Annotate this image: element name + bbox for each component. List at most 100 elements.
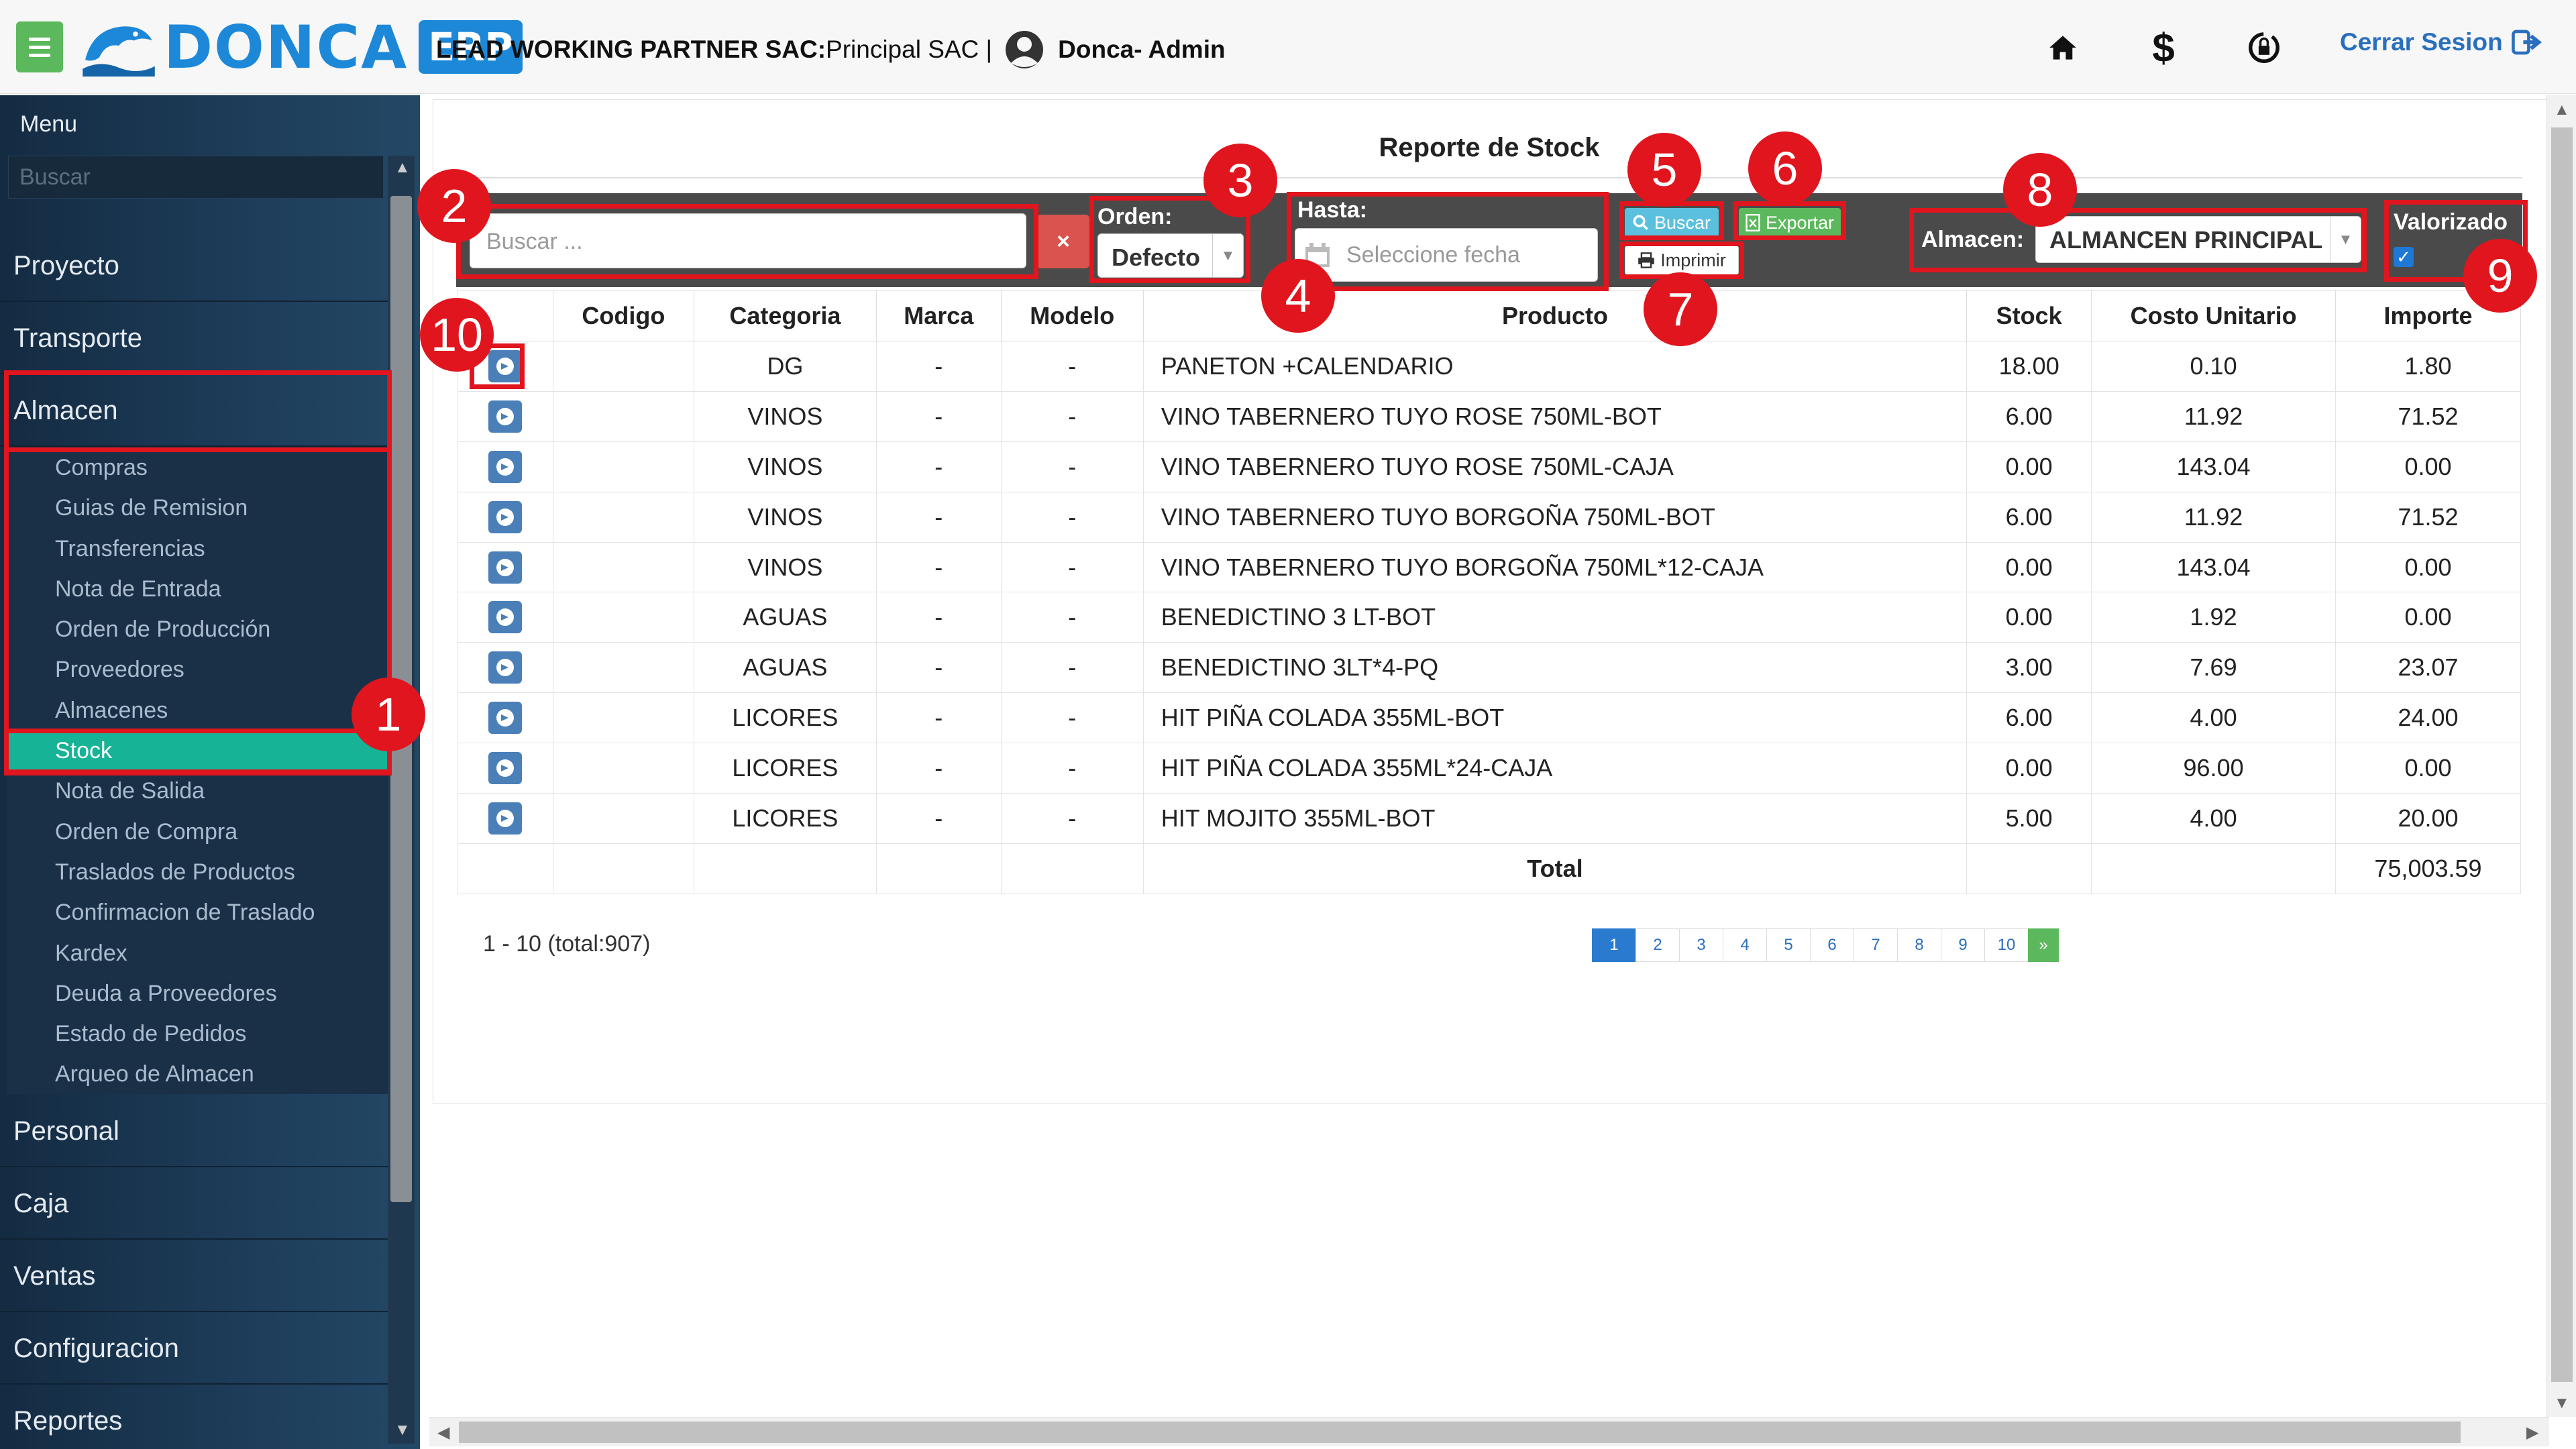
cell-producto: HIT PIÑA COLADA 355ML-BOT <box>1142 692 1968 744</box>
cell-costo: 11.92 <box>2091 390 2337 442</box>
sidebar-search-input[interactable]: Buscar <box>8 156 384 199</box>
orden-select[interactable]: Defecto ▼ <box>1097 233 1244 278</box>
cell-importe: 20.00 <box>2335 793 2521 844</box>
buscar-button[interactable]: Buscar <box>1625 208 1719 237</box>
pagination-summary: 1 - 10 (total:907) <box>483 931 651 957</box>
cell-categoria: VINOS <box>693 541 877 593</box>
scroll-left-icon[interactable]: ◀ <box>437 1423 449 1442</box>
submenu-item[interactable]: Orden de Producción <box>7 608 388 649</box>
scroll-down-icon[interactable]: ▼ <box>2554 1394 2570 1413</box>
row-detail-button[interactable] <box>488 350 523 382</box>
cell-codigo <box>552 441 694 492</box>
row-detail-button[interactable] <box>488 601 523 634</box>
sidebar-item-transporte[interactable]: Transporte <box>0 302 388 374</box>
sidebar-item-configuracion[interactable]: Configuracion <box>0 1312 388 1385</box>
sidebar-scroll-thumb[interactable] <box>390 196 412 1202</box>
sync-lock-icon[interactable] <box>2241 24 2288 71</box>
page-button[interactable]: 10 <box>1984 928 2029 962</box>
cell-marca: - <box>875 642 1002 694</box>
vertical-scrollbar[interactable]: ▲ ▼ <box>2546 95 2576 1417</box>
column-header[interactable]: Producto <box>1142 290 1968 341</box>
row-detail-button[interactable] <box>488 450 523 483</box>
submenu-item[interactable]: Deuda a Proveedores <box>7 973 388 1013</box>
submenu-item[interactable]: Nota de Entrada <box>7 568 388 608</box>
page-button[interactable]: 7 <box>1854 928 1898 962</box>
page-button[interactable]: 8 <box>1897 928 1941 962</box>
scroll-up-icon[interactable]: ▲ <box>2554 101 2570 119</box>
imprimir-button[interactable]: Imprimir <box>1625 246 1739 275</box>
almacen-select[interactable]: ALMANCEN PRINCIPAL ▼ <box>2035 216 2361 263</box>
sign-out-icon <box>2511 30 2542 55</box>
row-detail-button[interactable] <box>488 802 523 835</box>
row-detail-button[interactable] <box>488 500 523 533</box>
dollar-icon[interactable]: $ <box>2140 24 2187 71</box>
sidebar-item-caja[interactable]: Caja <box>0 1167 388 1240</box>
row-detail-button[interactable] <box>488 551 523 584</box>
page-button[interactable]: 4 <box>1723 928 1767 962</box>
submenu-item[interactable]: Arqueo de Almacen <box>7 1053 388 1093</box>
row-detail-button[interactable] <box>488 651 523 684</box>
submenu-item[interactable]: Traslados de Productos <box>7 851 388 892</box>
empty-cell <box>458 843 553 894</box>
horizontal-scroll-thumb[interactable] <box>459 1421 2461 1443</box>
logout-button[interactable]: Cerrar Sesion <box>2340 27 2542 58</box>
row-detail-button[interactable] <box>488 400 523 433</box>
next-page-button[interactable]: » <box>2028 928 2059 962</box>
clear-search-button[interactable]: × <box>1037 215 1089 268</box>
valorizado-checkbox[interactable]: ✓ <box>2394 247 2414 267</box>
sidebar-item-personal[interactable]: Personal <box>0 1095 388 1167</box>
page-button[interactable]: 5 <box>1766 928 1811 962</box>
column-header[interactable]: Costo Unitario <box>2091 290 2337 341</box>
scroll-down-icon[interactable]: ▼ <box>394 1421 411 1440</box>
submenu-item[interactable]: Transferencias <box>7 528 388 568</box>
horizontal-scrollbar[interactable]: ◀ ▶ <box>429 1417 2549 1446</box>
page-button[interactable]: 9 <box>1941 928 1985 962</box>
column-header[interactable]: Marca <box>875 290 1002 341</box>
scroll-right-icon[interactable]: ▶ <box>2526 1423 2538 1442</box>
scroll-up-icon[interactable]: ▲ <box>394 158 411 177</box>
date-input[interactable]: Seleccione fecha <box>1295 228 1598 282</box>
menu-toggle-button[interactable] <box>16 21 63 72</box>
pagination: 1 2 3 4 5 6 7 8 9 10 » <box>1592 928 2059 962</box>
sidebar-item-reportes[interactable]: Reportes <box>0 1385 388 1449</box>
submenu-item[interactable]: Compras <box>7 447 388 487</box>
page-button[interactable]: 3 <box>1679 928 1723 962</box>
row-action-cell <box>458 390 553 442</box>
sidebar-item-almacen[interactable]: Almacen <box>0 374 388 447</box>
cell-costo: 4.00 <box>2091 793 2337 844</box>
submenu-item[interactable]: Orden de Compra <box>7 811 388 851</box>
cell-importe: 0.00 <box>2335 592 2521 643</box>
column-header[interactable]: Importe <box>2335 290 2521 341</box>
submenu-item[interactable]: Guias de Remision <box>7 487 388 527</box>
page-button[interactable]: 1 <box>1592 928 1636 962</box>
sidebar-item-proyecto[interactable]: Proyecto <box>0 229 388 302</box>
total-value: 75,003.59 <box>2335 843 2521 894</box>
submenu-item[interactable]: Estado de Pedidos <box>7 1013 388 1053</box>
submenu-item[interactable]: Kardex <box>7 932 388 973</box>
column-header[interactable]: Stock <box>1966 290 2092 341</box>
submenu-item[interactable]: Confirmacion de Traslado <box>7 892 388 932</box>
search-input[interactable]: Buscar ... <box>470 213 1026 268</box>
column-header[interactable]: Categoria <box>693 290 877 341</box>
sidebar-scrollbar[interactable]: ▲ ▼ <box>388 156 415 1444</box>
submenu-item[interactable]: Almacenes <box>7 690 388 730</box>
row-detail-button[interactable] <box>488 752 523 785</box>
cell-stock: 6.00 <box>1966 491 2092 543</box>
home-icon[interactable] <box>2039 24 2086 71</box>
cell-marca: - <box>875 341 1002 392</box>
page-button[interactable]: 6 <box>1810 928 1854 962</box>
column-header[interactable]: Codigo <box>552 290 694 341</box>
exportar-button[interactable]: Exportar <box>1739 208 1841 237</box>
row-detail-button[interactable] <box>488 702 523 735</box>
submenu-item[interactable]: Proveedores <box>7 649 388 689</box>
page-button[interactable]: 2 <box>1635 928 1680 962</box>
cell-stock: 0.00 <box>1966 541 2092 593</box>
table-row: DG - - PANETON +CALENDARIO 18.00 0.10 1.… <box>458 341 2521 392</box>
column-header[interactable]: Modelo <box>1000 290 1144 341</box>
arrow-circle-right-icon <box>496 709 515 727</box>
submenu-item[interactable]: Nota de Salida <box>7 770 388 810</box>
cell-producto: HIT MOJITO 355ML-BOT <box>1142 793 1968 844</box>
submenu-item-stock[interactable]: Stock <box>7 730 388 771</box>
sidebar-item-ventas[interactable]: Ventas <box>0 1240 388 1312</box>
vertical-scroll-thumb[interactable] <box>2551 127 2573 1382</box>
